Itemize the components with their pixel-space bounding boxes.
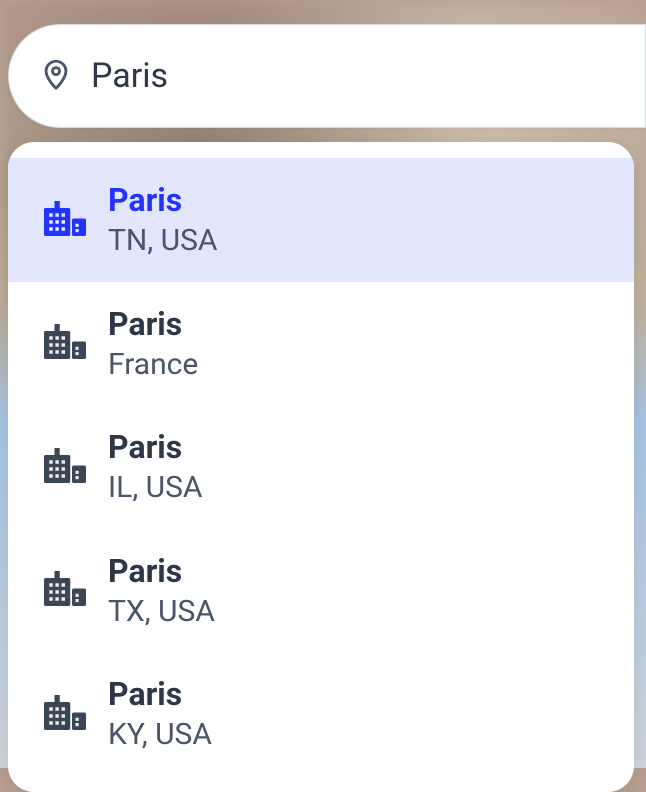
search-input[interactable] <box>91 56 645 96</box>
suggestion-name: Paris <box>108 674 212 714</box>
suggestion-name: Paris <box>108 427 203 467</box>
suggestion-sub: IL, USA <box>108 469 203 507</box>
suggestion-sub: TN, USA <box>108 222 217 260</box>
city-icon <box>44 695 86 733</box>
suggestion-text: Paris KY, USA <box>108 674 212 754</box>
suggestion-item[interactable]: Paris IL, USA <box>8 405 634 529</box>
suggestion-sub: TX, USA <box>108 593 215 631</box>
suggestion-name: Paris <box>108 551 215 591</box>
suggestion-name: Paris <box>108 180 217 220</box>
suggestion-sub: KY, USA <box>108 716 212 754</box>
suggestion-sub: France <box>108 346 198 384</box>
suggestion-item[interactable]: Paris TX, USA <box>8 529 634 653</box>
city-icon <box>44 201 86 239</box>
autocomplete-dropdown: Paris TN, USA Paris <box>8 142 634 792</box>
suggestion-item[interactable]: Paris France <box>8 282 634 406</box>
suggestion-item[interactable]: Paris TN, USA <box>8 158 634 282</box>
suggestion-text: Paris TX, USA <box>108 551 215 631</box>
search-bar[interactable] <box>8 24 646 128</box>
suggestion-text: Paris France <box>108 304 198 384</box>
location-pin-icon <box>39 57 73 95</box>
suggestion-text: Paris IL, USA <box>108 427 203 507</box>
city-icon <box>44 571 86 609</box>
suggestion-name: Paris <box>108 304 198 344</box>
suggestion-item[interactable]: Paris KY, USA <box>8 652 634 776</box>
city-icon <box>44 324 86 362</box>
suggestion-text: Paris TN, USA <box>108 180 217 260</box>
city-icon <box>44 448 86 486</box>
